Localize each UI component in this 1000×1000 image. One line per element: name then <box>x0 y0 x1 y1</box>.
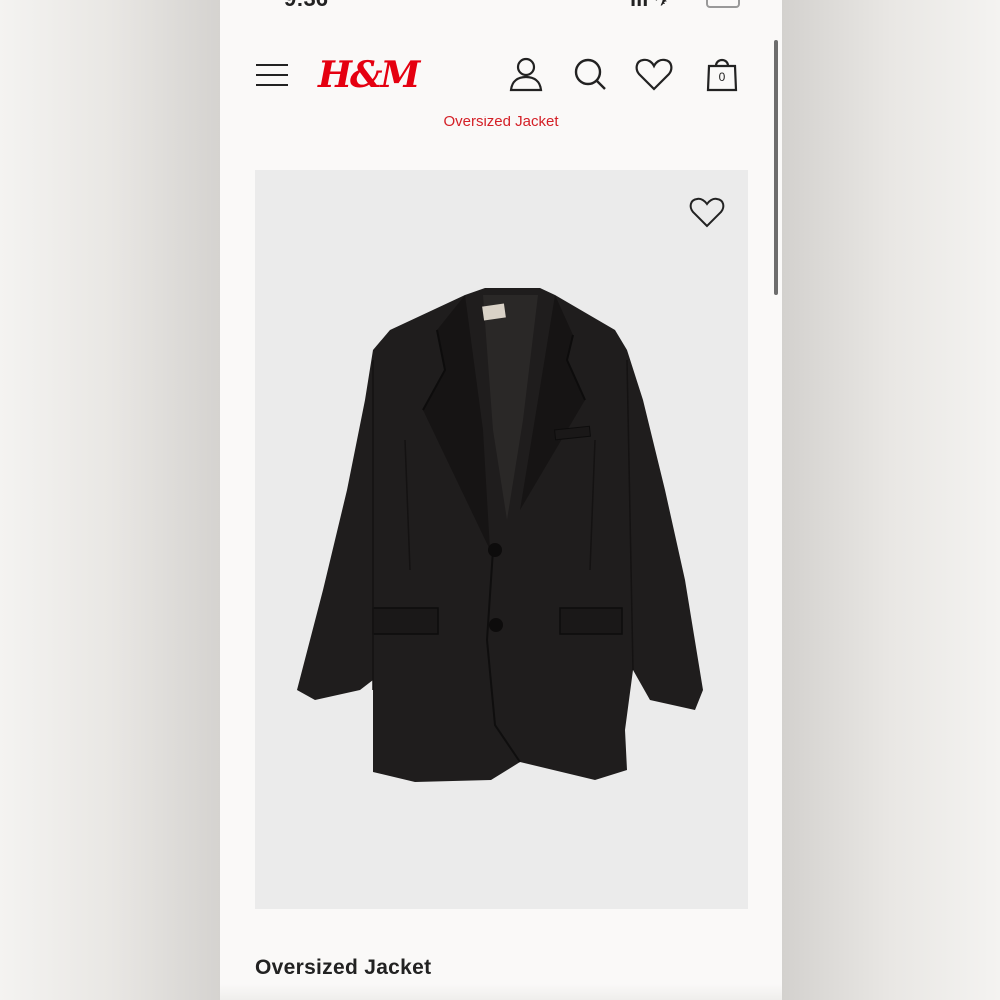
hamburger-menu-icon[interactable] <box>256 64 288 86</box>
battery-icon <box>706 0 740 8</box>
signal-icon: ııl ✈ <box>630 0 673 12</box>
search-icon[interactable] <box>568 52 612 96</box>
scrollbar[interactable] <box>774 40 778 295</box>
product-favorite-heart-icon[interactable] <box>687 192 727 232</box>
product-title[interactable]: Oversized Jacket <box>255 956 431 980</box>
bottom-edge <box>220 984 782 1000</box>
shopping-bag-icon[interactable]: 0 <box>700 52 744 96</box>
status-bar: 9:36 ııl ✈ <box>220 0 782 12</box>
heart-icon[interactable] <box>632 52 676 96</box>
person-icon[interactable] <box>504 52 548 96</box>
status-time: 9:36 <box>284 0 328 12</box>
background-right <box>782 0 1000 1000</box>
jacket-image <box>297 288 703 782</box>
breadcrumb[interactable]: Oversized Jacket <box>220 116 782 130</box>
phone-screen: 9:36 ııl ✈ H&M <box>220 0 782 1000</box>
product-image[interactable] <box>255 170 748 909</box>
cart-count: 0 <box>718 70 726 84</box>
hm-logo[interactable]: H&M <box>318 54 420 96</box>
site-header: H&M 0 <box>220 40 782 110</box>
background-left <box>0 0 220 1000</box>
